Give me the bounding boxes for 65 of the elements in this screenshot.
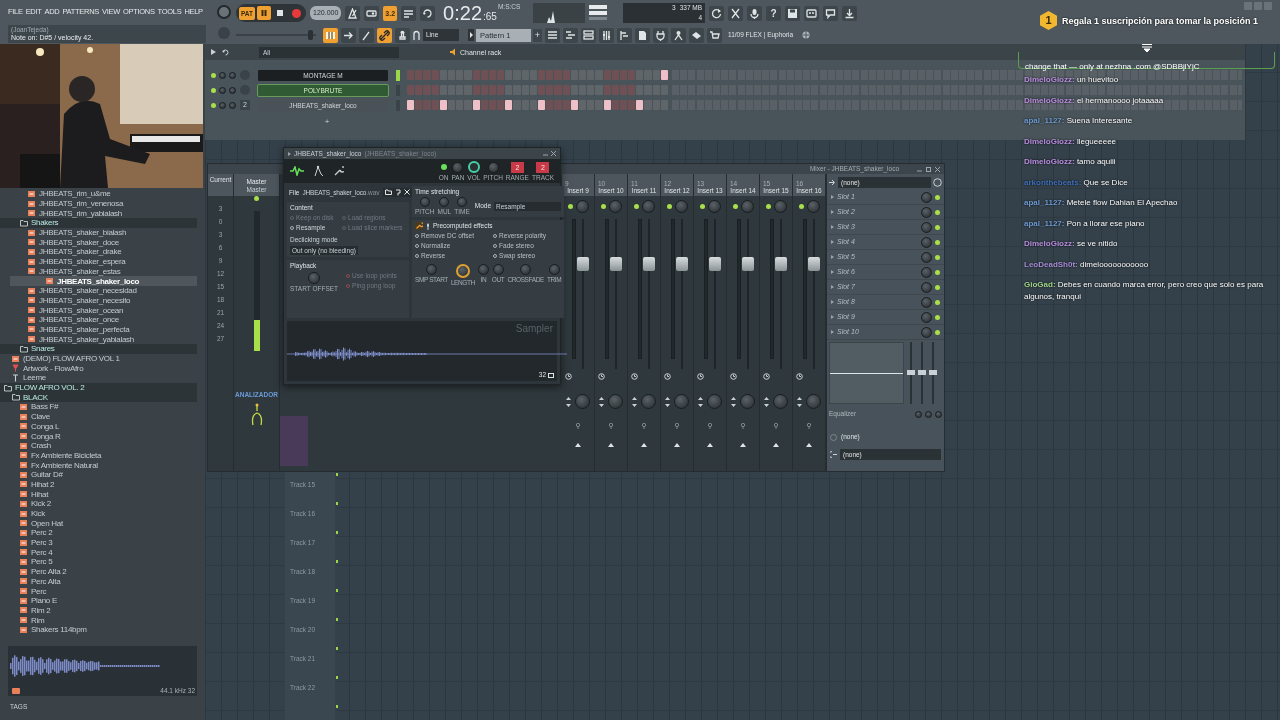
browser-item[interactable]: Artwork - FlowAfro — [0, 363, 197, 374]
time-centiseconds: :65 — [483, 10, 497, 24]
browser-item[interactable]: Hihat — [0, 489, 197, 499]
browser-item[interactable]: JHBEATS_shaker_yabialash — [0, 334, 197, 344]
goal-text: Regala 1 suscripción para tomar la posición 1 — [1062, 14, 1259, 27]
browser-item[interactable]: JHBEATS_rim_u&me — [0, 189, 197, 199]
add-pattern-button[interactable]: + — [533, 28, 542, 42]
browser-item[interactable]: Clave — [0, 411, 197, 422]
browser-item[interactable]: Rim 2 — [0, 605, 197, 616]
chat-message: apal_1127: Suena Interesante — [1024, 115, 1134, 127]
chat-message: apal_1127: Pon a llorar ese piano — [1024, 217, 1146, 230]
chat-message: DimeloGiozz: se ve nitido — [1024, 238, 1119, 250]
browser-item[interactable]: Fx Ambiente Bicicleta — [0, 450, 197, 461]
chat-message: DimeloGiozz: tamo aquiii — [1024, 156, 1117, 168]
browser-item[interactable]: Kick 2 — [0, 499, 197, 509]
browser-item[interactable]: Guitar D# — [0, 469, 197, 480]
browser-item[interactable]: JHBEATS_shaker_espera — [0, 256, 197, 267]
browser-item[interactable]: JHBEATS_shaker_once — [0, 314, 197, 325]
browser-item[interactable]: Piano E — [0, 595, 197, 606]
browser-item[interactable]: Rim — [0, 615, 197, 625]
chat-message: GioGad: Debes en cuando marca error, pero creo que solo es para algunos, tranqui — [1024, 279, 1265, 303]
help-button[interactable]: ? — [766, 5, 782, 21]
sampler-logo-text: Sampler — [515, 323, 553, 335]
browser-item[interactable]: JHBEATS_shaker_perfecta — [0, 324, 197, 335]
browser-item[interactable]: BLACK — [0, 392, 197, 403]
browser-item[interactable]: JHBEATS_shaker_ocean — [0, 305, 197, 315]
time-text: 0:22 — [443, 2, 483, 24]
browser-item[interactable]: JHBEATS_shaker_necesidad — [0, 285, 197, 296]
browser-item[interactable]: Perc — [0, 586, 197, 596]
chat-message: apal_1127: Metele flow Dahian El Apechao — [1024, 197, 1179, 209]
browser-item[interactable]: Shakers — [0, 218, 197, 228]
browser-item[interactable]: Kick — [0, 508, 197, 519]
chat-message: DimeloGiozz: el hermanoooo jotaaaaa — [1024, 94, 1165, 107]
browser-item[interactable]: JHBEATS_shaker_estas — [0, 266, 197, 277]
browser-item[interactable]: Fx Ambiente Natural — [0, 460, 197, 470]
browser-item[interactable]: FLOW AFRO VOL. 2 — [0, 382, 197, 393]
chat-message: DimeloGiozz: llegueeeee — [1024, 135, 1118, 148]
browser-item[interactable]: Conga R — [0, 431, 197, 441]
browser-item[interactable]: Bass F# — [0, 402, 197, 412]
browser-item[interactable]: Leeme — [0, 373, 197, 383]
chat-message: arkonthebeats: Que se Dice — [1024, 176, 1129, 189]
add-channel-button[interactable]: + — [323, 118, 331, 126]
browser-item[interactable]: Perc 2 — [0, 528, 197, 538]
chat-message: LeoDeadSh0t: dimelooooooooooo — [1024, 258, 1150, 271]
browser-item[interactable]: JHBEATS_shaker_doce — [0, 237, 197, 248]
browser-item[interactable]: Perc Alta — [0, 576, 197, 587]
browser-item[interactable]: Hihat 2 — [0, 479, 197, 490]
browser-item[interactable]: Perc 3 — [0, 537, 197, 548]
browser-item[interactable]: Open Hat — [0, 518, 197, 529]
browser-item[interactable]: JHBEATS_shaker_bialash — [0, 227, 197, 238]
browser-item[interactable]: Perc 4 — [0, 547, 197, 558]
browser-item[interactable]: Snares — [0, 344, 197, 354]
browser-item[interactable]: JHBEATS_shaker_necesito — [0, 295, 197, 306]
browser-item[interactable]: JHBEATS_rim_venenosa — [0, 198, 197, 209]
browser-item[interactable]: Perc Alta 2 — [0, 566, 197, 577]
browser-item[interactable]: (DEMO) FLOW AFRO VOL 1 — [0, 353, 197, 364]
browser-item[interactable]: Shakers 114bpm — [0, 624, 197, 635]
chat-message: DimeloGiozz: un huevitoo — [1024, 74, 1120, 86]
pinned-text: change that — only at nezhna .com @SDBBjlYjC — [1025, 62, 1200, 71]
browser-item[interactable]: Crash — [0, 440, 197, 451]
browser-item[interactable]: JHBEATS_shaker_loco — [10, 276, 197, 286]
browser-item[interactable]: Perc 5 — [0, 557, 197, 567]
browser-item[interactable]: Conga L — [0, 421, 197, 432]
browser-item[interactable]: JHBEATS_rim_yabialash — [0, 208, 197, 219]
browser-item[interactable]: JHBEATS_shaker_drake — [0, 247, 197, 257]
